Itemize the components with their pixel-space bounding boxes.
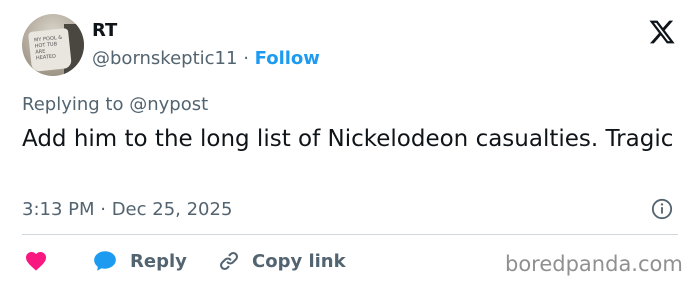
tweet-text: Add him to the long list of Nickelodeon … xyxy=(22,126,674,152)
heart-icon xyxy=(26,252,46,271)
replying-mention[interactable]: @nypost xyxy=(129,94,208,115)
link-icon xyxy=(220,252,238,270)
author-handle[interactable]: @bornskeptic11 xyxy=(92,48,237,69)
copy-link-label: Copy link xyxy=(252,250,346,272)
replying-prefix: Replying to xyxy=(22,94,124,115)
watermark: boredpanda.com xyxy=(505,252,683,276)
author-handle-row: @bornskeptic11 · Follow xyxy=(92,48,320,69)
reply-bubble-icon xyxy=(94,251,116,271)
avatar-mug-text: MY POOL & HOT TUB ARE HEATED xyxy=(33,34,63,62)
author-display-name[interactable]: RT xyxy=(92,20,117,41)
reply-button[interactable]: Reply xyxy=(92,248,187,274)
like-button[interactable] xyxy=(24,248,48,274)
divider xyxy=(22,234,678,235)
avatar[interactable]: MY POOL & HOT TUB ARE HEATED xyxy=(22,14,84,76)
separator-dot: · xyxy=(243,48,249,69)
tweet-timestamp[interactable]: 3:13 PM · Dec 25, 2025 xyxy=(22,199,232,220)
copy-link-button[interactable]: Copy link xyxy=(218,248,346,274)
reply-label: Reply xyxy=(130,250,187,272)
follow-button[interactable]: Follow xyxy=(255,48,320,69)
replying-to: Replying to @nypost xyxy=(22,94,208,115)
info-icon[interactable] xyxy=(651,198,673,220)
x-logo-icon[interactable] xyxy=(648,18,676,46)
